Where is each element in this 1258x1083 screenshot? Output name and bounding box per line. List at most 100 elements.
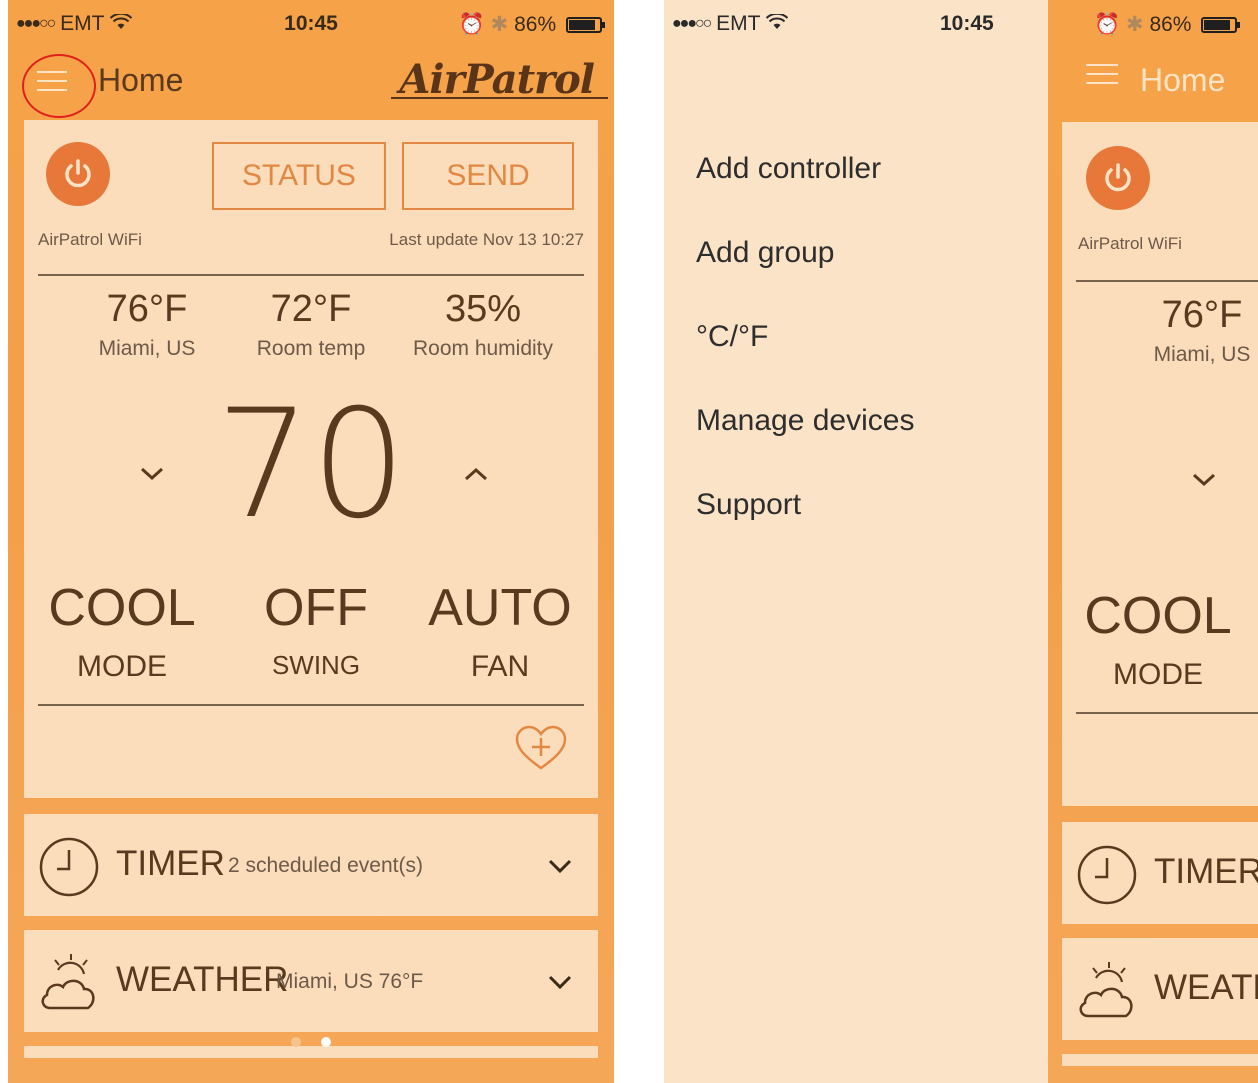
chevron-up-icon <box>464 467 488 481</box>
page-dot <box>291 1037 301 1047</box>
heart-plus-icon <box>515 725 567 770</box>
status-right: ⏰ ✱ 86% <box>458 12 605 37</box>
temp-up-button[interactable] <box>452 450 500 498</box>
bluetooth-icon: ✱ <box>1126 13 1144 36</box>
alarm-icon: ⏰ <box>458 13 485 36</box>
signal-dots-icon: ●●●○○ <box>672 15 712 32</box>
timer-panel[interactable]: TIMER <box>1062 822 1258 924</box>
menu-item-add-controller[interactable]: Add controller <box>696 152 881 186</box>
status-button[interactable]: STATUS <box>212 142 386 210</box>
metric-value: 76°F <box>1161 294 1243 336</box>
metric-label: Room humidity <box>412 337 554 360</box>
mode-label: MODE <box>1113 658 1203 691</box>
wifi-icon <box>765 12 789 35</box>
room-humidity: 35% Room humidity <box>388 288 578 361</box>
metric-label: Miami, US <box>1153 343 1251 366</box>
weather-title: WEATH <box>1154 968 1258 1007</box>
menu-item-manage-devices[interactable]: Manage devices <box>696 404 914 438</box>
status-time: 10:45 <box>940 12 994 35</box>
outdoor-temp: 76°F Miami, US <box>52 288 242 361</box>
timer-subtitle: 2 scheduled event(s) <box>228 854 423 877</box>
controller-card: AirPatrol WiFi 76°F Miami, US COOL MODE <box>1062 122 1258 806</box>
device-name: AirPatrol WiFi <box>1078 234 1182 253</box>
metric-value: 76°F <box>106 288 188 330</box>
last-update: Last update Nov 13 10:27 <box>389 230 584 249</box>
power-button[interactable] <box>1086 146 1150 210</box>
mode-label: MODE <box>77 650 167 683</box>
alarm-icon: ⏰ <box>1094 13 1121 36</box>
mode-label: SWING <box>271 650 361 680</box>
fan-selector[interactable]: AUTO FAN <box>400 578 600 684</box>
next-panel-peek <box>1062 1054 1258 1066</box>
carrier-name: EMT <box>716 12 761 35</box>
status-bar: ●●●○○ EMT 10:45 ⏰ ✱ 86% <box>8 0 614 48</box>
page-dot-active <box>321 1037 331 1047</box>
chevron-down-icon <box>548 975 572 990</box>
timer-title: TIMER <box>116 844 225 883</box>
cloud-sun-icon <box>1079 962 1133 1018</box>
home-screen-peek[interactable]: ⏰ ✱ 86% Home AirPatrol WiFi 76°F Miami, … <box>1048 0 1258 1083</box>
chevron-down-icon <box>140 467 164 481</box>
swing-selector[interactable]: OFF SWING <box>216 578 416 681</box>
menu-highlight-circle <box>22 54 96 118</box>
weather-title: WEATHER <box>116 960 289 999</box>
setpoint-temperature: 70 <box>215 378 407 552</box>
bluetooth-icon: ✱ <box>490 13 509 36</box>
mode-selector[interactable]: COOL MODE <box>1068 586 1248 692</box>
metric-label: Miami, US <box>98 337 196 360</box>
add-favorite-button[interactable] <box>514 724 568 772</box>
divider <box>1076 712 1258 714</box>
clock-icon <box>39 837 99 897</box>
timer-title: TIMER <box>1154 852 1258 891</box>
battery-icon <box>566 17 605 33</box>
mode-value: COOL <box>48 579 196 637</box>
weather-panel[interactable]: WEATHER Miami, US 76°F <box>24 930 598 1032</box>
status-right: ⏰ ✱ 86% <box>1094 12 1241 37</box>
page-title: Home <box>98 62 184 98</box>
mode-selector[interactable]: COOL MODE <box>22 578 222 684</box>
temp-down-button[interactable] <box>1180 456 1228 504</box>
timer-panel[interactable]: TIMER 2 scheduled event(s) <box>24 814 598 916</box>
controller-card: STATUS SEND AirPatrol WiFi Last update N… <box>24 120 598 798</box>
cloud-sun-icon <box>41 954 95 1010</box>
room-temp: 72°F Room temp <box>216 288 406 361</box>
device-name: AirPatrol WiFi <box>38 230 142 249</box>
weather-subtitle: Miami, US 76°F <box>276 970 424 993</box>
menu-item-support[interactable]: Support <box>696 488 801 522</box>
power-button[interactable] <box>46 142 110 206</box>
carrier-signal: ●●●○○ EMT <box>672 12 789 36</box>
battery-percent: 86% <box>514 13 557 36</box>
battery-percent: 86% <box>1149 13 1192 36</box>
nav-bar: Home AirPatrol <box>8 50 614 118</box>
send-button[interactable]: SEND <box>402 142 574 210</box>
weather-panel[interactable]: WEATH <box>1062 938 1258 1040</box>
mode-label: FAN <box>470 650 530 683</box>
divider <box>38 704 584 706</box>
metric-value: 35% <box>444 288 522 330</box>
chevron-down-icon <box>1192 473 1216 487</box>
chevron-down-icon <box>548 859 572 874</box>
mode-value: COOL <box>1084 587 1232 645</box>
status-bar: ●●●○○ EMT 10:45 <box>664 0 1048 48</box>
home-screen: ●●●○○ EMT 10:45 ⏰ ✱ 86% Home AirPatrol S… <box>8 0 614 1083</box>
metric-label: Room temp <box>256 337 366 360</box>
page-indicator[interactable] <box>8 1034 614 1052</box>
mode-value: OFF <box>264 579 368 637</box>
page-title: Home <box>1140 62 1226 98</box>
menu-item-add-group[interactable]: Add group <box>696 236 834 270</box>
menu-item-units[interactable]: °C/°F <box>696 320 768 354</box>
mode-value: AUTO <box>428 579 572 637</box>
divider <box>38 274 584 276</box>
hamburger-icon[interactable] <box>1086 64 1118 84</box>
menu-screen: ●●●○○ EMT 10:45 Add controller Add group… <box>664 0 1258 1083</box>
battery-icon <box>1201 17 1241 33</box>
divider <box>1076 280 1258 282</box>
clock-icon <box>1077 845 1137 905</box>
airpatrol-logo: AirPatrol <box>391 56 608 103</box>
temp-down-button[interactable] <box>128 450 176 498</box>
power-icon <box>65 159 91 188</box>
metric-value: 72°F <box>270 288 352 330</box>
side-drawer: ●●●○○ EMT 10:45 Add controller Add group… <box>664 0 1048 1083</box>
outdoor-temp: 76°F Miami, US <box>1122 294 1258 367</box>
power-icon <box>1105 163 1131 192</box>
